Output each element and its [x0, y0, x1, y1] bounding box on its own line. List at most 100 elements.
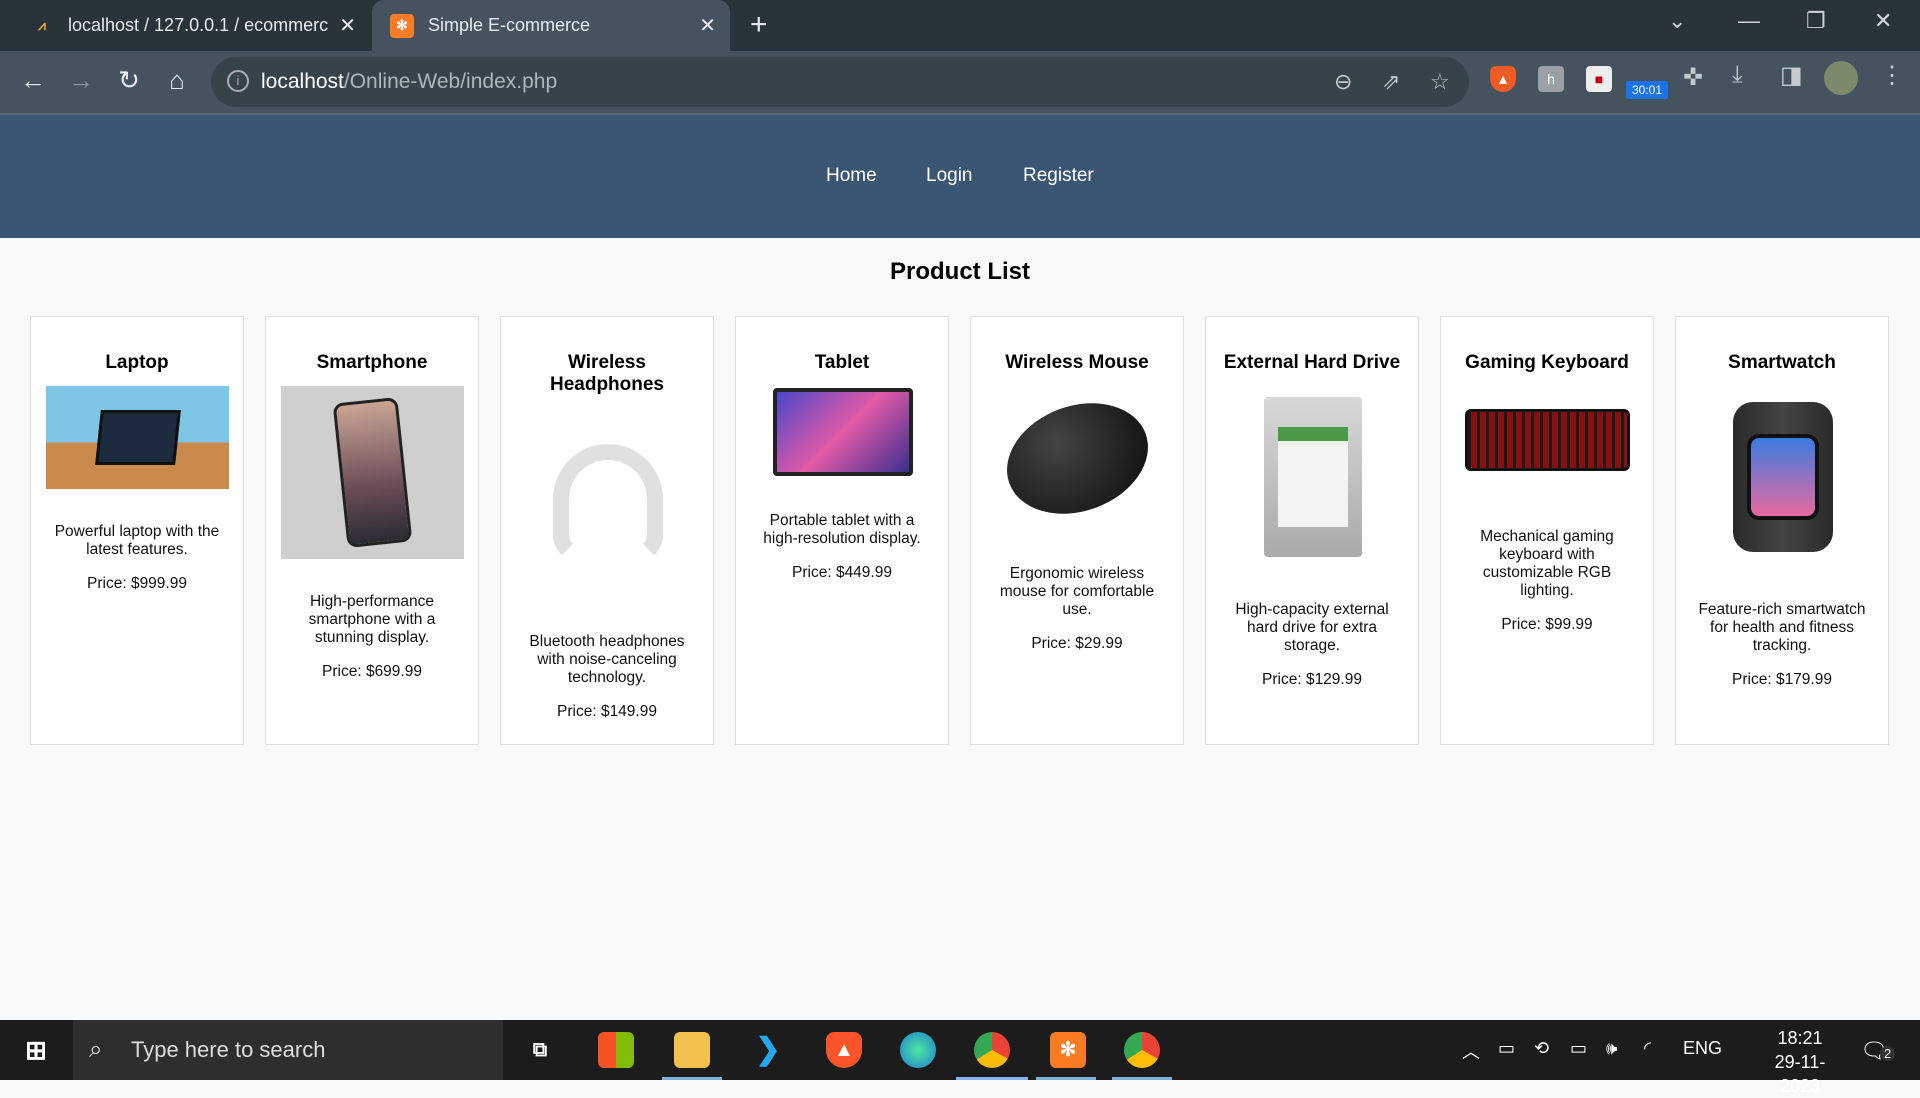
tab-label: localhost / 127.0.0.1 / ecommerc — [68, 15, 328, 35]
product-card: Tablet Portable tablet with a high-resol… — [735, 316, 949, 745]
product-price: Price: $29.99 — [1031, 635, 1123, 652]
tab-search-icon[interactable]: ⌄ — [1668, 8, 1686, 34]
close-tab-icon[interactable]: ✕ — [339, 13, 356, 38]
menu-icon[interactable]: ⋮ — [1880, 61, 1904, 90]
product-card: Wireless Headphones Bluetooth headphones… — [500, 316, 714, 745]
info-icon[interactable]: i — [227, 70, 249, 92]
product-description: Ergonomic wireless mouse for comfortable… — [999, 565, 1155, 618]
address-bar[interactable]: i localhost/Online-Web/index.php ⊖ ⇗ ☆ — [211, 57, 1469, 107]
timer-extension-badge[interactable]: 30:01 — [1626, 81, 1668, 99]
browser-toolbar: ← → ↻ ⌂ i localhost/Online-Web/index.php… — [0, 51, 1920, 115]
product-description: High-capacity external hard drive for ex… — [1235, 601, 1389, 654]
tab-label: Simple E-commerce — [428, 15, 591, 35]
download-icon[interactable]: ⤓ — [1732, 61, 1743, 89]
vscode-icon[interactable]: ❯ — [750, 1032, 786, 1068]
windows-taskbar: ⊞ ⌕ Type here to search ⧉ ❯ ▲ ✻ ︿ ▭ ⟲ ▭ … — [0, 1020, 1920, 1096]
nav-home[interactable]: Home — [826, 165, 877, 187]
product-list: Laptop Powerful laptop with the latest f… — [30, 316, 1889, 745]
edge-icon[interactable] — [900, 1032, 936, 1068]
product-card: External Hard Drive High-capacity extern… — [1205, 316, 1419, 745]
tab-simple-ecommerce[interactable]: ✻ Simple E-commerce ✕ — [372, 0, 730, 51]
camera-icon[interactable]: ▭ — [1498, 1038, 1515, 1059]
extensions-puzzle-icon[interactable]: ✜ — [1683, 63, 1703, 92]
clock-time: 18:21 — [1777, 1028, 1823, 1048]
language-indicator[interactable]: ENG — [1683, 1038, 1722, 1059]
product-name: Tablet — [814, 352, 870, 373]
url-path: /Online-Web/index.php — [343, 70, 558, 93]
wifi-icon[interactable]: ◜ — [1644, 1038, 1651, 1059]
search-placeholder: Type here to search — [131, 1037, 326, 1062]
new-tab-icon[interactable]: + — [750, 8, 768, 42]
share-icon[interactable]: ⇗ — [1382, 69, 1400, 95]
product-image-headphones — [516, 408, 699, 599]
product-description: High-performance smartphone with a stunn… — [308, 593, 436, 646]
phpmyadmin-icon: ⩘ — [38, 17, 46, 33]
taskbar-search[interactable]: ⌕ Type here to search — [73, 1020, 503, 1080]
reload-icon[interactable]: ↻ — [112, 65, 146, 96]
product-card: Wireless Mouse Ergonomic wireless mouse … — [970, 316, 1184, 745]
nav-register[interactable]: Register — [1023, 165, 1094, 187]
battery-icon[interactable]: ▭ — [1570, 1038, 1587, 1059]
honey-extension-icon[interactable]: h — [1538, 66, 1564, 92]
product-image-smartwatch — [1691, 386, 1874, 567]
product-image-hard-drive — [1221, 386, 1404, 567]
close-window-icon[interactable]: ✕ — [1874, 8, 1892, 34]
chrome-profile-icon[interactable] — [1124, 1032, 1160, 1068]
search-icon: ⌕ — [89, 1036, 103, 1063]
product-image-mouse — [986, 386, 1169, 531]
nav-login[interactable]: Login — [926, 165, 973, 187]
product-name: External Hard Drive — [1223, 352, 1401, 373]
brave-shield-icon[interactable]: ▲ — [1490, 66, 1516, 92]
zoom-out-icon[interactable]: ⊖ — [1334, 69, 1352, 95]
product-description: Portable tablet with a high-resolution d… — [763, 512, 921, 547]
product-name: Smartphone — [316, 352, 428, 373]
product-card: Gaming Keyboard Mechanical gaming keyboa… — [1440, 316, 1654, 745]
product-name: Laptop — [105, 352, 169, 373]
profile-avatar[interactable] — [1824, 61, 1858, 95]
product-name: Gaming Keyboard — [1465, 352, 1629, 373]
xampp-taskbar-icon[interactable]: ✻ — [1050, 1032, 1086, 1068]
notification-count: 2 — [1879, 1046, 1896, 1061]
product-description: Powerful laptop with the latest features… — [54, 523, 220, 558]
product-price: Price: $699.99 — [322, 663, 422, 680]
product-card: Laptop Powerful laptop with the latest f… — [30, 316, 244, 745]
home-icon[interactable]: ⌂ — [160, 65, 194, 96]
extension-icon[interactable]: ■ — [1586, 66, 1612, 92]
xampp-icon: ✻ — [390, 13, 414, 38]
forward-icon[interactable]: → — [64, 65, 98, 96]
product-image-smartphone — [281, 386, 464, 559]
product-description: Mechanical gaming keyboard with customiz… — [1480, 528, 1614, 599]
tab-phpmyadmin[interactable]: ⩘ localhost / 127.0.0.1 / ecommerc ✕ — [0, 0, 370, 51]
close-tab-icon[interactable]: ✕ — [699, 13, 716, 38]
brave-icon[interactable]: ▲ — [826, 1032, 862, 1068]
clock[interactable]: 18:21 29-11-2023 — [1760, 1026, 1840, 1098]
product-name: Smartwatch — [1728, 352, 1836, 373]
product-price: Price: $149.99 — [557, 703, 657, 720]
page-title: Product List — [889, 258, 1030, 285]
notifications-icon[interactable]: 🗨2 — [1860, 1038, 1896, 1064]
product-card: Smartphone High-performance smartphone w… — [265, 316, 479, 745]
product-price: Price: $129.99 — [1262, 671, 1362, 688]
restore-icon[interactable]: ❐ — [1806, 8, 1826, 34]
windows-start-icon[interactable]: ⊞ — [18, 1032, 54, 1068]
minimize-icon[interactable]: — — [1738, 8, 1760, 34]
product-name: Wireless Headphones — [549, 352, 665, 395]
microsoft-store-icon[interactable] — [598, 1032, 634, 1068]
side-panel-icon[interactable]: ◨ — [1780, 61, 1803, 90]
product-price: Price: $99.99 — [1501, 616, 1593, 633]
product-price: Price: $179.99 — [1732, 671, 1832, 688]
sync-icon[interactable]: ⟲ — [1534, 1038, 1549, 1059]
product-card: Smartwatch Feature-rich smartwatch for h… — [1675, 316, 1889, 745]
show-hidden-icons[interactable]: ︿ — [1462, 1038, 1480, 1064]
product-price: Price: $999.99 — [87, 575, 187, 592]
volume-icon[interactable]: 🕪 — [1606, 1038, 1617, 1059]
product-image-laptop — [46, 386, 229, 489]
clock-date: 29-11-2023 — [1774, 1052, 1826, 1096]
chrome-icon[interactable] — [974, 1032, 1010, 1068]
url-host: localhost — [261, 70, 344, 93]
back-icon[interactable]: ← — [16, 65, 50, 96]
task-view-icon[interactable]: ⧉ — [522, 1032, 558, 1068]
file-explorer-icon[interactable] — [674, 1032, 710, 1068]
product-description: Feature-rich smartwatch for health and f… — [1698, 601, 1866, 654]
bookmark-star-icon[interactable]: ☆ — [1430, 69, 1450, 95]
